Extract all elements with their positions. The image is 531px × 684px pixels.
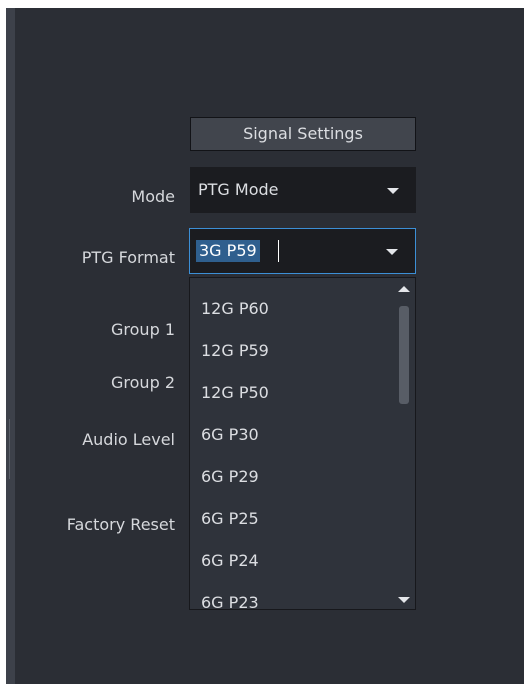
factory-reset-label: Factory Reset bbox=[66, 515, 175, 534]
option-6g-p24[interactable]: 6G P24 bbox=[201, 550, 259, 572]
option-12g-p60[interactable]: 12G P60 bbox=[201, 298, 269, 320]
option-6g-p25[interactable]: 6G P25 bbox=[201, 508, 259, 530]
option-6g-p29[interactable]: 6G P29 bbox=[201, 466, 259, 488]
left-rail bbox=[6, 8, 15, 684]
text-cursor bbox=[278, 240, 279, 262]
mode-dropdown[interactable]: PTG Mode bbox=[190, 167, 416, 213]
ptg-format-dropdown[interactable]: 3G P59 bbox=[189, 228, 416, 274]
mode-dropdown-value: PTG Mode bbox=[198, 180, 279, 199]
audio-level-label: Audio Level bbox=[82, 430, 175, 449]
option-6g-p30[interactable]: 6G P30 bbox=[201, 424, 259, 446]
scroll-up-arrow-icon[interactable] bbox=[398, 286, 410, 292]
options-scrollbar[interactable] bbox=[393, 278, 415, 609]
scrollbar-thumb[interactable] bbox=[399, 306, 409, 404]
chevron-down-icon bbox=[387, 188, 399, 194]
chevron-down-icon bbox=[386, 249, 398, 255]
ptg-format-value[interactable]: 3G P59 bbox=[196, 240, 260, 262]
signal-settings-header: Signal Settings bbox=[190, 117, 416, 151]
option-6g-p23[interactable]: 6G P23 bbox=[201, 592, 259, 609]
option-12g-p59[interactable]: 12G P59 bbox=[201, 340, 269, 362]
app-window: Signal Settings Mode PTG Mode PTG Format… bbox=[0, 0, 531, 684]
ptg-format-options-list: 12G P60 12G P59 12G P50 6G P30 6G P29 6G… bbox=[189, 277, 416, 610]
ptg-format-label: PTG Format bbox=[81, 248, 175, 267]
option-12g-p50[interactable]: 12G P50 bbox=[201, 382, 269, 404]
group1-label: Group 1 bbox=[111, 320, 175, 339]
group2-label: Group 2 bbox=[111, 373, 175, 392]
scroll-down-arrow-icon[interactable] bbox=[398, 597, 410, 603]
mode-label: Mode bbox=[131, 187, 175, 206]
rail-divider bbox=[9, 419, 10, 479]
